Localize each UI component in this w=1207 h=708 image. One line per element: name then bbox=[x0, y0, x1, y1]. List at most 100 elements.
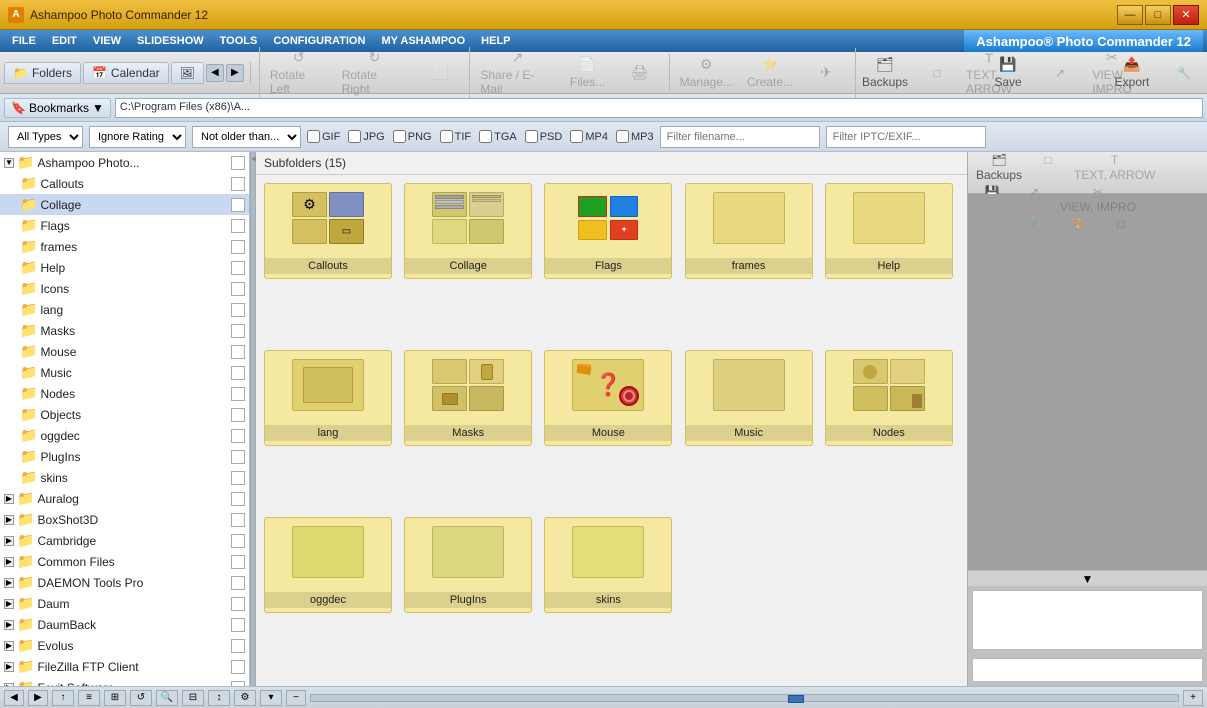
cambridge-expand[interactable]: ▶ bbox=[4, 536, 14, 546]
menu-edit[interactable]: EDIT bbox=[44, 33, 85, 49]
status-sort-button[interactable]: ↕ bbox=[208, 690, 230, 706]
gif-checkbox[interactable] bbox=[307, 130, 320, 143]
mouse-check[interactable] bbox=[231, 345, 245, 359]
rt-view-button[interactable]: ✂ VIEW, IMPRO bbox=[1056, 184, 1140, 215]
psd-checkbox[interactable] bbox=[525, 130, 538, 143]
frames-check[interactable] bbox=[231, 240, 245, 254]
jpg-checkbox[interactable] bbox=[348, 130, 361, 143]
sidebar-root[interactable]: ▼ 📁 Ashampoo Photo... bbox=[0, 152, 249, 173]
tb-e2[interactable]: 🔧 bbox=[1159, 54, 1207, 91]
sidebar-item-lang[interactable]: 📁 lang bbox=[0, 299, 249, 320]
maximize-button[interactable]: □ bbox=[1145, 5, 1171, 25]
oggdec-check[interactable] bbox=[231, 429, 245, 443]
foxit-check[interactable] bbox=[231, 681, 245, 687]
create-button[interactable]: ⭐ Create... bbox=[741, 54, 799, 91]
sidebar-item-objects[interactable]: 📁 Objects bbox=[0, 404, 249, 425]
rt-backups-button[interactable]: 🗂 Backups bbox=[972, 152, 1026, 183]
folder-tile-masks[interactable]: Masks bbox=[404, 350, 532, 446]
tga-checkbox[interactable] bbox=[479, 130, 492, 143]
files-button[interactable]: 📄 Files... bbox=[563, 47, 613, 98]
folders-tab[interactable]: 📁 Folders bbox=[4, 62, 81, 84]
root-check[interactable] bbox=[231, 156, 245, 170]
status-grid-button[interactable]: ⊞ bbox=[104, 690, 126, 706]
help-check[interactable] bbox=[231, 261, 245, 275]
tb-r1b2[interactable]: □ bbox=[912, 48, 962, 98]
bookmarks-button[interactable]: 🔖 Bookmarks ▼ bbox=[4, 98, 111, 118]
tb-s2[interactable]: ↗ bbox=[1035, 47, 1085, 98]
status-options-button[interactable]: ▾ bbox=[260, 690, 282, 706]
music-check[interactable] bbox=[231, 366, 245, 380]
status-zoom-minus[interactable]: − bbox=[286, 690, 306, 706]
minimize-button[interactable]: — bbox=[1117, 5, 1143, 25]
sidebar-item-filezilla[interactable]: ▶ 📁 FileZilla FTP Client bbox=[0, 656, 249, 677]
rt-btn7[interactable]: 🎨 bbox=[1059, 216, 1099, 247]
rotate-left-button[interactable]: ↺ Rotate Left bbox=[264, 47, 334, 98]
sidebar-item-boxshot3d[interactable]: ▶ 📁 BoxShot3D bbox=[0, 509, 249, 530]
folder-tile-lang[interactable]: lang bbox=[264, 350, 392, 446]
daumback-expand[interactable]: ▶ bbox=[4, 620, 14, 630]
png-checkbox-label[interactable]: PNG bbox=[393, 130, 432, 143]
view-tab[interactable]: 🖼 bbox=[171, 62, 204, 84]
status-view-button[interactable]: ≡ bbox=[78, 690, 100, 706]
backups-button[interactable]: 🗂 Backups bbox=[860, 48, 910, 98]
nodes-check[interactable] bbox=[231, 387, 245, 401]
sidebar-item-frames[interactable]: 📁 frames bbox=[0, 236, 249, 257]
common-check[interactable] bbox=[231, 555, 245, 569]
calendar-tab[interactable]: 📅 Calendar bbox=[83, 62, 169, 84]
nav-next[interactable]: ▶ bbox=[226, 64, 244, 82]
rt-text-button[interactable]: T TEXT, ARROW bbox=[1070, 152, 1159, 183]
tga-checkbox-label[interactable]: TGA bbox=[479, 130, 517, 143]
tif-checkbox[interactable] bbox=[440, 130, 453, 143]
share-button[interactable]: ↗ Share / E-Mail bbox=[474, 47, 560, 98]
mp3-checkbox[interactable] bbox=[616, 130, 629, 143]
evolus-check[interactable] bbox=[231, 639, 245, 653]
iptc-filter[interactable] bbox=[826, 126, 986, 148]
folder-tile-oggdec[interactable]: oggdec bbox=[264, 517, 392, 613]
status-forward-button[interactable]: ▶ bbox=[28, 690, 48, 706]
status-settings-button[interactable]: ⚙ bbox=[234, 690, 256, 706]
daemon-expand[interactable]: ▶ bbox=[4, 578, 14, 588]
collage-check[interactable] bbox=[231, 198, 245, 212]
publish-button[interactable]: ✈ bbox=[801, 54, 851, 91]
sidebar-item-mouse[interactable]: 📁 Mouse bbox=[0, 341, 249, 362]
folder-tile-skins[interactable]: skins bbox=[544, 517, 672, 613]
mp4-checkbox[interactable] bbox=[570, 130, 583, 143]
rating-filter[interactable]: Ignore Rating bbox=[89, 126, 186, 148]
tif-checkbox-label[interactable]: TIF bbox=[440, 130, 472, 143]
status-refresh-button[interactable]: ↺ bbox=[130, 690, 152, 706]
sidebar-item-callouts[interactable]: 📁 Callouts bbox=[0, 173, 249, 194]
daum-check[interactable] bbox=[231, 597, 245, 611]
crop-button[interactable]: ⬜ bbox=[415, 47, 465, 98]
psd-checkbox-label[interactable]: PSD bbox=[525, 130, 563, 143]
filename-filter[interactable] bbox=[660, 126, 820, 148]
menu-view[interactable]: VIEW bbox=[85, 33, 129, 49]
folder-tile-nodes[interactable]: Nodes bbox=[825, 350, 953, 446]
folder-tile-collage[interactable]: Collage bbox=[404, 183, 532, 279]
mp4-checkbox-label[interactable]: MP4 bbox=[570, 130, 608, 143]
status-layout-button[interactable]: ⊟ bbox=[182, 690, 204, 706]
folder-tile-mouse[interactable]: ❓ Mouse bbox=[544, 350, 672, 446]
preview-collapse-button[interactable]: ▼ bbox=[968, 570, 1207, 586]
status-search-button[interactable]: 🔍 bbox=[156, 690, 178, 706]
zoom-slider[interactable] bbox=[310, 694, 1179, 702]
menu-file[interactable]: FILE bbox=[4, 33, 44, 49]
sidebar-item-oggdec[interactable]: 📁 oggdec bbox=[0, 425, 249, 446]
menu-tools[interactable]: TOOLS bbox=[212, 33, 266, 49]
callouts-check[interactable] bbox=[231, 177, 245, 191]
sidebar-item-help[interactable]: 📁 Help bbox=[0, 257, 249, 278]
manage-button[interactable]: ⚙ Manage... bbox=[674, 54, 739, 91]
skins-check[interactable] bbox=[231, 471, 245, 485]
sidebar-item-common-files[interactable]: ▶ 📁 Common Files bbox=[0, 551, 249, 572]
auralog-check[interactable] bbox=[231, 492, 245, 506]
plugins-check[interactable] bbox=[231, 450, 245, 464]
sidebar-item-daemon[interactable]: ▶ 📁 DAEMON Tools Pro bbox=[0, 572, 249, 593]
nav-prev[interactable]: ◀ bbox=[206, 64, 224, 82]
rt-btn4[interactable]: ↗ bbox=[1014, 184, 1054, 215]
date-filter[interactable]: Not older than... bbox=[192, 126, 301, 148]
filezilla-expand[interactable]: ▶ bbox=[4, 662, 14, 672]
filezilla-check[interactable] bbox=[231, 660, 245, 674]
folder-tile-flags[interactable]: ✦ Flags bbox=[544, 183, 672, 279]
evolus-expand[interactable]: ▶ bbox=[4, 641, 14, 651]
status-up-button[interactable]: ↑ bbox=[52, 690, 74, 706]
sidebar-item-evolus[interactable]: ▶ 📁 Evolus bbox=[0, 635, 249, 656]
